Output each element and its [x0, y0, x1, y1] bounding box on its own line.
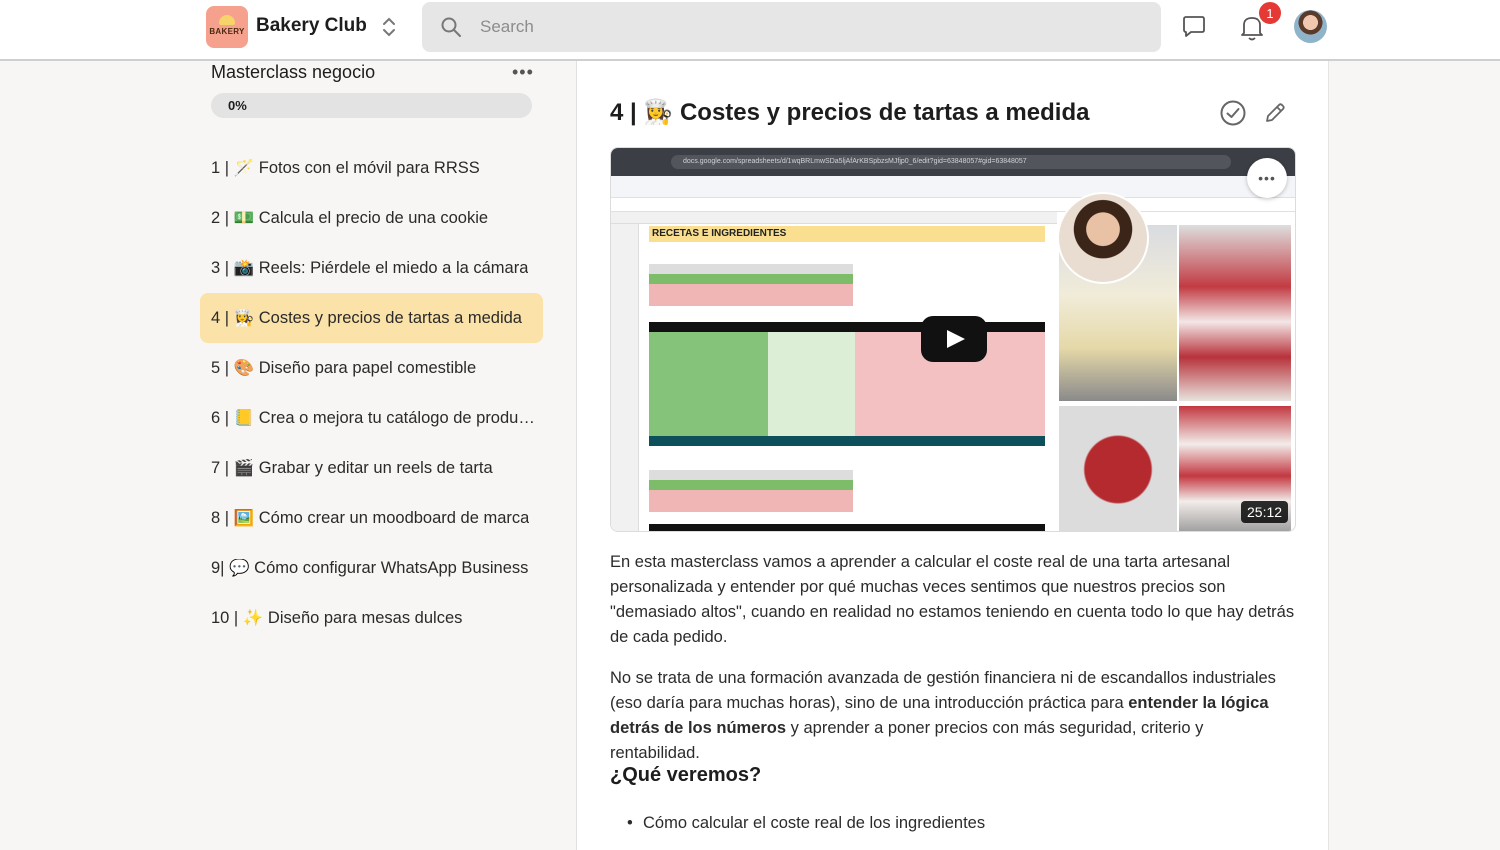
- brand-name[interactable]: Bakery Club: [256, 15, 367, 37]
- lesson-item-7[interactable]: 7 | 🎬 Grabar y editar un reels de tarta: [200, 443, 543, 493]
- video-sheet-block: [649, 436, 1045, 446]
- lesson-list: 1 | 🪄 Fotos con el móvil para RRSS 2 | 💵…: [200, 143, 543, 643]
- video-sheet-block: [649, 470, 853, 512]
- video-sheet-heading: RECETAS E INGREDIENTES: [649, 226, 1045, 242]
- chat-icon[interactable]: [1181, 14, 1207, 45]
- course-progress-label: 0%: [228, 98, 247, 113]
- lesson-video-player[interactable]: docs.google.com/spreadsheets/d/1wqBRLmwS…: [610, 147, 1296, 532]
- video-sheet-block: [649, 264, 853, 306]
- lesson-item-8[interactable]: 8 | 🖼️ Cómo crear un moodboard de marca: [200, 493, 543, 543]
- video-sheet-toolbar: [611, 176, 1295, 198]
- mark-complete-check-icon[interactable]: [1219, 99, 1247, 132]
- video-play-button[interactable]: [921, 316, 987, 362]
- edit-pencil-icon[interactable]: [1262, 100, 1288, 131]
- course-progress-bar: 0%: [211, 93, 532, 118]
- logo-text: BAKERY: [209, 26, 245, 36]
- cake-photo: [1179, 225, 1291, 401]
- video-sheet-column-headers: [611, 212, 1057, 224]
- lesson-item-9[interactable]: 9| 💬 Cómo configurar WhatsApp Business: [200, 543, 543, 593]
- lesson-title: 4 | 👩‍🍳 Costes y precios de tartas a med…: [610, 99, 1090, 126]
- presenter-circle: [1057, 192, 1149, 284]
- chef-hat-icon: [219, 15, 235, 25]
- lesson-label: 1 | 🪄 Fotos con el móvil para RRSS: [211, 158, 480, 177]
- lesson-item-4-active[interactable]: 4 | 👩‍🍳 Costes y precios de tartas a med…: [200, 293, 543, 343]
- lesson-label: 3 | 📸 Reels: Piérdele el miedo a la cáma…: [211, 258, 529, 277]
- notification-badge: 1: [1257, 0, 1283, 26]
- cake-photo: [1059, 406, 1177, 531]
- lesson-label: 8 | 🖼️ Cómo crear un moodboard de marca: [211, 508, 530, 527]
- video-sheet-url: docs.google.com/spreadsheets/d/1wqBRLmwS…: [671, 155, 1231, 169]
- community-switcher-icon[interactable]: [380, 15, 398, 39]
- video-sheet-block: [649, 524, 1045, 531]
- lesson-item-6[interactable]: 6 | 📒 Crea o mejora tu catálogo de produ…: [200, 393, 543, 443]
- user-avatar[interactable]: [1294, 10, 1327, 43]
- list-item: Cómo calcular el coste real de los ingre…: [627, 814, 986, 833]
- video-sheet-row-headers: [611, 224, 639, 531]
- course-title: Masterclass negocio: [211, 62, 376, 82]
- lesson-description-paragraph: No se trata de una formación avanzada de…: [610, 666, 1296, 766]
- lesson-item-5[interactable]: 5 | 🎨 Diseño para papel comestible: [200, 343, 543, 393]
- list-item-text: Cómo calcular el coste real de los ingre…: [643, 814, 986, 832]
- lesson-item-3[interactable]: 3 | 📸 Reels: Piérdele el miedo a la cáma…: [200, 243, 543, 293]
- bakery-club-logo[interactable]: BAKERY: [206, 6, 248, 48]
- lesson-label: 6 | 📒 Crea o mejora tu catálogo de produ…: [211, 408, 536, 427]
- lesson-label: 7 | 🎬 Grabar y editar un reels de tarta: [211, 458, 493, 477]
- search-input[interactable]: [480, 12, 1130, 42]
- lesson-label: 2 | 💵 Calcula el precio de una cookie: [211, 208, 489, 227]
- lesson-label: 10 | ✨ Diseño para mesas dulces: [211, 608, 463, 627]
- video-more-options-icon[interactable]: •••: [1247, 158, 1287, 198]
- lesson-label: 4 | 👩‍🍳 Costes y precios de tartas a med…: [211, 308, 522, 327]
- lesson-label: 9| 💬 Cómo configurar WhatsApp Business: [211, 558, 529, 577]
- lesson-item-2[interactable]: 2 | 💵 Calcula el precio de una cookie: [200, 193, 543, 243]
- lesson-item-1[interactable]: 1 | 🪄 Fotos con el móvil para RRSS: [200, 143, 543, 193]
- lesson-description-paragraph: En esta masterclass vamos a aprender a c…: [610, 553, 1295, 646]
- video-sheet-formula-bar: [611, 198, 1295, 212]
- course-more-options-icon[interactable]: •••: [512, 62, 534, 83]
- section-heading: ¿Qué veremos?: [610, 764, 762, 786]
- lesson-label: 5 | 🎨 Diseño para papel comestible: [211, 358, 477, 377]
- search-bar[interactable]: [422, 2, 1161, 52]
- video-duration: 25:12: [1241, 501, 1289, 523]
- video-browser-chrome: docs.google.com/spreadsheets/d/1wqBRLmwS…: [611, 148, 1295, 176]
- search-icon: [440, 16, 462, 43]
- lesson-item-10[interactable]: 10 | ✨ Diseño para mesas dulces: [200, 593, 543, 643]
- top-header: BAKERY Bakery Club 1: [0, 0, 1500, 61]
